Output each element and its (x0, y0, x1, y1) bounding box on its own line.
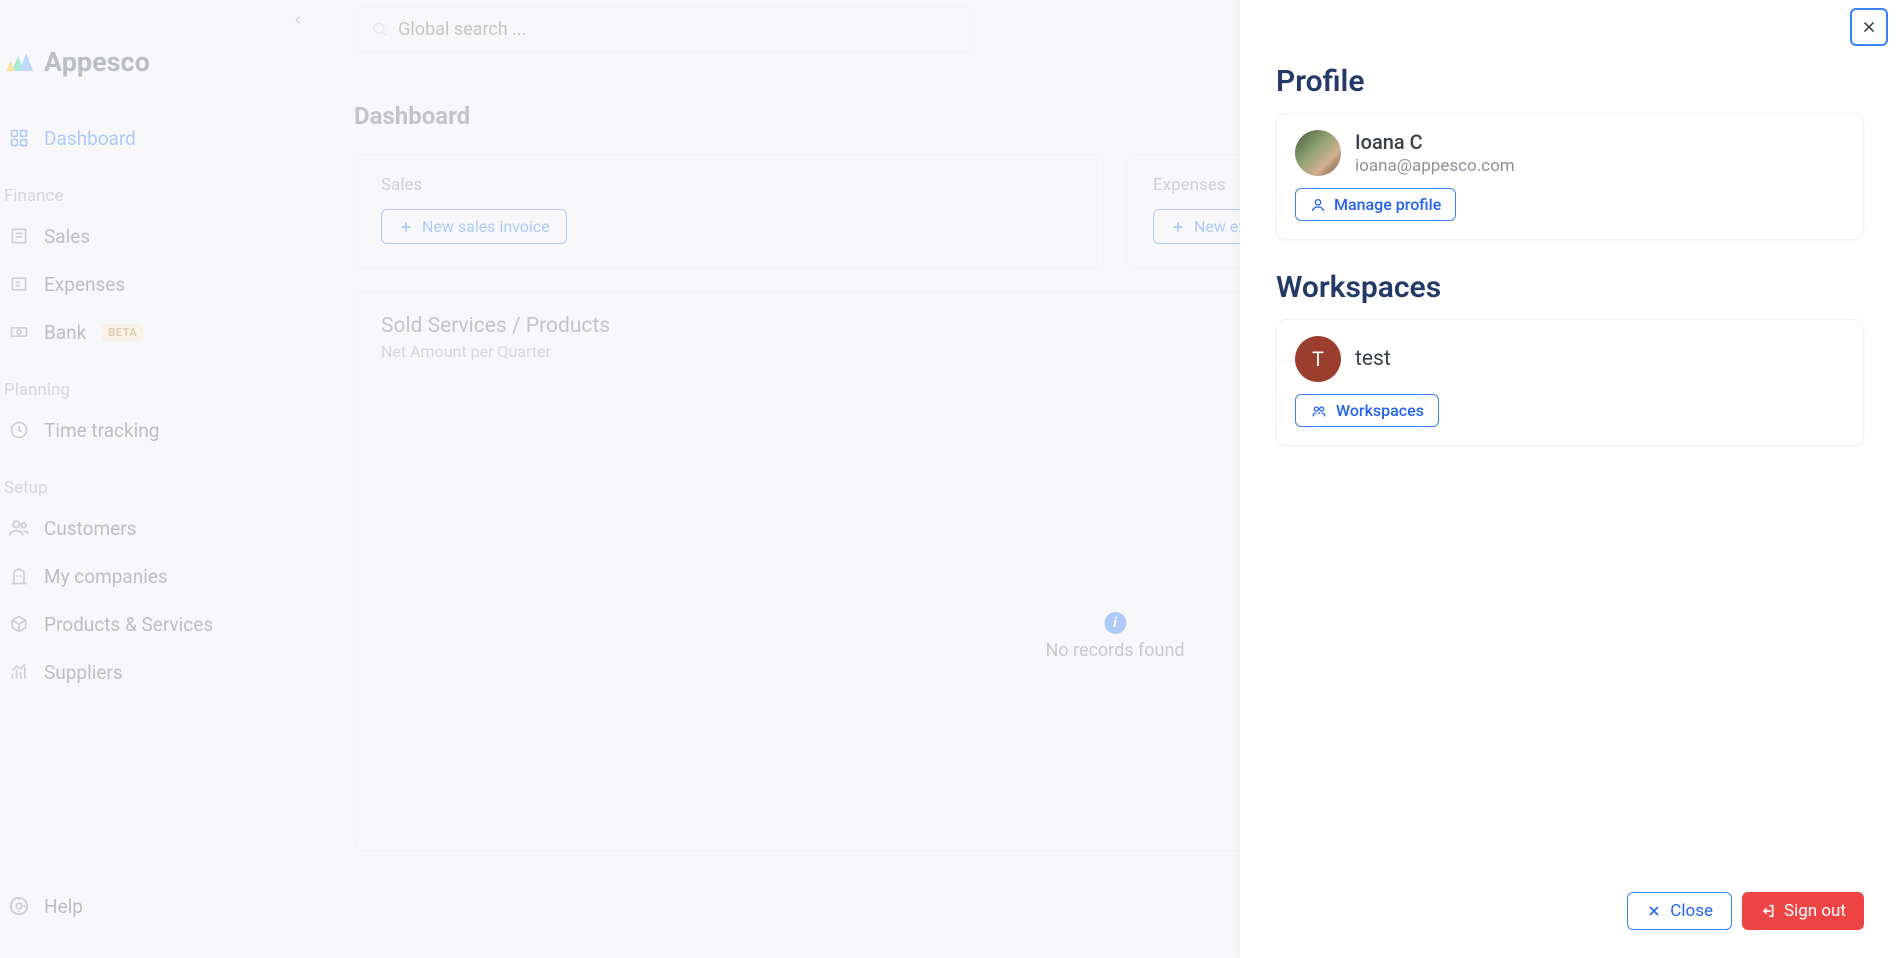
sidebar-item-help[interactable]: Help (0, 882, 330, 930)
receipt-icon (8, 273, 30, 295)
sidebar: Appesco Dashboard Finance Sales Expenses (0, 0, 330, 958)
sales-card-label: Sales (381, 175, 1077, 195)
sidebar-item-label: Sales (44, 225, 90, 248)
profile-drawer: Profile Ioana C ioana@appesco.com Manage… (1240, 0, 1900, 958)
clock-icon (8, 419, 30, 441)
sidebar-item-label: Bank (44, 321, 86, 344)
user-icon (1310, 197, 1326, 213)
sidebar-collapse-button[interactable] (286, 8, 310, 32)
workspaces-heading: Workspaces (1276, 270, 1864, 305)
close-icon (1646, 903, 1662, 919)
workspaces-button[interactable]: Workspaces (1295, 394, 1439, 427)
brand: Appesco (0, 0, 330, 78)
sidebar-item-label: Dashboard (44, 127, 136, 150)
sidebar-item-label: Time tracking (44, 419, 159, 442)
workspace-avatar: T (1295, 336, 1341, 382)
close-icon (1860, 18, 1878, 36)
sidebar-item-label: My companies (44, 565, 168, 588)
sidebar-item-suppliers[interactable]: Suppliers (0, 648, 330, 696)
sidebar-item-label: Customers (44, 517, 137, 540)
grid-icon (8, 127, 30, 149)
sidebar-item-customers[interactable]: Customers (0, 504, 330, 552)
sidebar-item-products-services[interactable]: Products & Services (0, 600, 330, 648)
info-icon: i (1104, 612, 1126, 634)
empty-state: i No records found (1045, 612, 1184, 661)
sidebar-item-dashboard[interactable]: Dashboard (0, 114, 330, 162)
invoice-icon (8, 225, 30, 247)
chart-icon (8, 661, 30, 683)
user-avatar (1295, 130, 1341, 176)
sidebar-item-my-companies[interactable]: My companies (0, 552, 330, 600)
nav-group-planning: Planning (0, 356, 330, 406)
button-label: New sales invoice (422, 217, 550, 236)
workspace-card: T test Workspaces (1276, 319, 1864, 446)
sidebar-item-sales[interactable]: Sales (0, 212, 330, 260)
signout-icon (1760, 903, 1776, 919)
manage-profile-button[interactable]: Manage profile (1295, 188, 1456, 221)
chevron-left-icon (291, 13, 305, 27)
beta-badge: BETA (102, 324, 143, 341)
sales-card: Sales New sales invoice (354, 154, 1104, 269)
sidebar-item-label: Expenses (44, 273, 125, 296)
building-icon (8, 565, 30, 587)
brand-logo-icon (6, 51, 36, 73)
sidebar-item-label: Suppliers (44, 661, 123, 684)
close-button[interactable]: Close (1627, 892, 1732, 930)
package-icon (8, 613, 30, 635)
global-search[interactable] (354, 6, 974, 52)
button-label: Sign out (1784, 901, 1846, 921)
profile-heading: Profile (1276, 64, 1864, 99)
nav: Dashboard Finance Sales Expenses Bank BE… (0, 114, 330, 696)
sidebar-item-expenses[interactable]: Expenses (0, 260, 330, 308)
empty-text: No records found (1045, 640, 1184, 661)
profile-card: Ioana C ioana@appesco.com Manage profile (1276, 113, 1864, 240)
sign-out-button[interactable]: Sign out (1742, 892, 1864, 930)
new-sales-invoice-button[interactable]: New sales invoice (381, 209, 567, 244)
sidebar-item-time-tracking[interactable]: Time tracking (0, 406, 330, 454)
users-icon (8, 517, 30, 539)
plus-icon (1170, 219, 1186, 235)
sidebar-item-bank[interactable]: Bank BETA (0, 308, 330, 356)
drawer-footer: Close Sign out (1276, 892, 1864, 934)
sidebar-item-label: Help (44, 895, 83, 918)
plus-icon (398, 219, 414, 235)
button-label: Close (1670, 901, 1713, 921)
nav-group-finance: Finance (0, 162, 330, 212)
global-search-input[interactable] (398, 19, 957, 40)
brand-name: Appesco (44, 46, 150, 78)
button-label: Workspaces (1336, 401, 1424, 420)
user-name: Ioana C (1355, 130, 1515, 154)
user-email: ioana@appesco.com (1355, 156, 1515, 176)
workspace-name: test (1355, 347, 1391, 371)
team-icon (1310, 403, 1328, 419)
help-icon (8, 895, 30, 917)
sidebar-item-label: Products & Services (44, 613, 213, 636)
nav-group-setup: Setup (0, 454, 330, 504)
button-label: Manage profile (1334, 195, 1441, 214)
search-icon (371, 20, 388, 38)
drawer-close-button[interactable] (1850, 8, 1888, 46)
cash-icon (8, 321, 30, 343)
